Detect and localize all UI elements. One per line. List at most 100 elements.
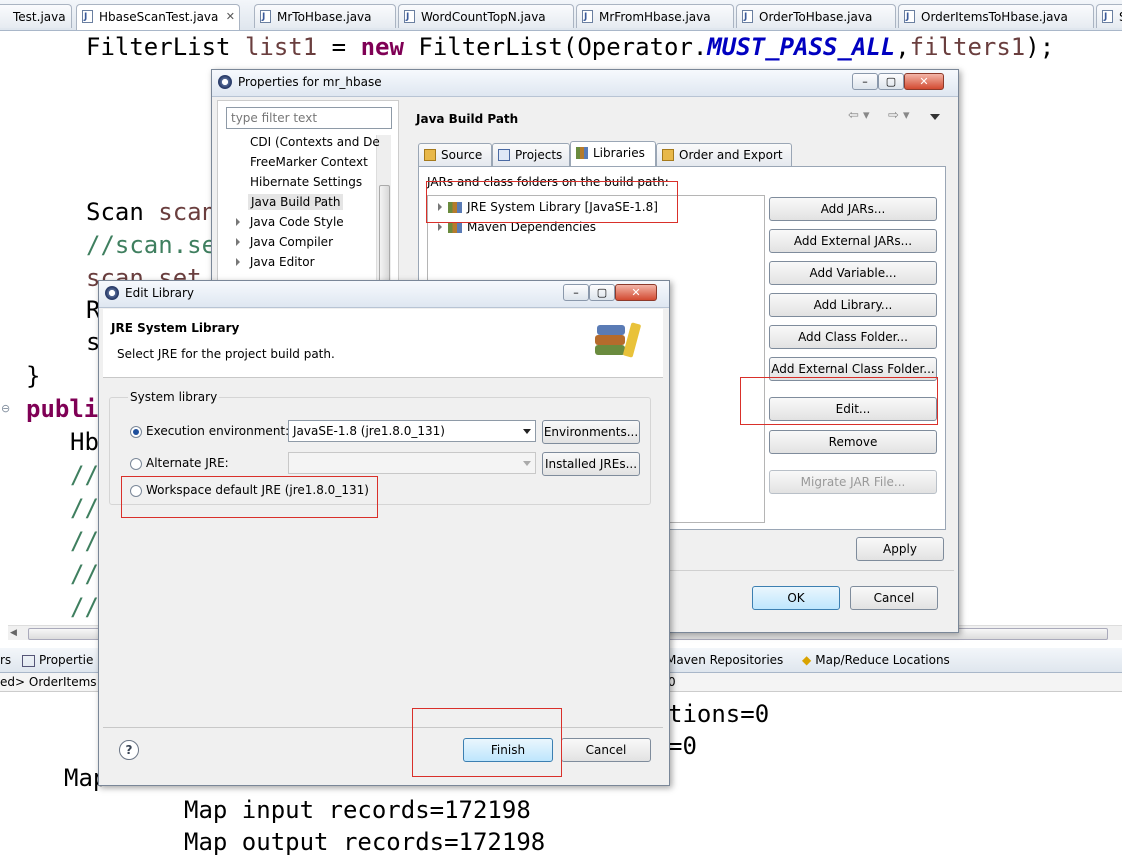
console-title: ed> OrderItems bbox=[0, 675, 97, 689]
java-file-icon bbox=[742, 5, 753, 28]
edit-library-titlebar[interactable]: Edit Library – ▢ ✕ bbox=[99, 281, 669, 308]
tree-item[interactable]: FreeMarker Context bbox=[250, 155, 368, 169]
maximize-button[interactable]: ▢ bbox=[878, 73, 904, 90]
dialog-title: Properties for mr_hbase bbox=[238, 75, 382, 89]
editor-tab[interactable]: Test.java bbox=[0, 4, 72, 28]
tree-item[interactable]: Java Compiler bbox=[236, 235, 333, 249]
page-header: Java Build Path ⇦ ▾ ⇨ ▾ bbox=[402, 100, 954, 130]
expand-icon[interactable] bbox=[236, 258, 240, 266]
execution-environment-radio[interactable] bbox=[130, 426, 142, 438]
close-button[interactable]: ✕ bbox=[904, 73, 944, 90]
wizard-header: JRE System Library Select JRE for the pr… bbox=[103, 309, 663, 378]
scroll-left-icon[interactable]: ◀ bbox=[10, 628, 17, 638]
code-line: Hb bbox=[70, 428, 99, 456]
tree-item[interactable]: Hibernate Settings bbox=[250, 175, 362, 189]
editor-tab[interactable]: MrFromHbase.java bbox=[576, 4, 734, 28]
expand-icon[interactable] bbox=[438, 223, 442, 231]
chevron-down-icon bbox=[523, 461, 531, 466]
editor-tab-active[interactable]: HbaseScanTest.java ✕ bbox=[76, 4, 240, 30]
java-file-icon bbox=[1102, 5, 1113, 28]
editor-tab-label: OrderToHbase.java bbox=[759, 10, 873, 24]
tree-item[interactable]: Java Code Style bbox=[236, 215, 344, 229]
tab-source[interactable]: Source bbox=[418, 143, 492, 167]
editor-tab-label: MrToHbase.java bbox=[277, 10, 372, 24]
maximize-button[interactable]: ▢ bbox=[589, 284, 615, 301]
code-line: Scan scan bbox=[86, 198, 217, 226]
cancel-button[interactable]: Cancel bbox=[850, 586, 938, 610]
close-icon[interactable]: ✕ bbox=[226, 5, 235, 29]
tree-item[interactable]: Java Editor bbox=[236, 255, 315, 269]
code-line: } bbox=[26, 362, 41, 390]
environments-button[interactable]: Environments... bbox=[542, 420, 640, 444]
add-variable-button[interactable]: Add Variable... bbox=[769, 261, 937, 285]
apply-button[interactable]: Apply bbox=[856, 537, 944, 561]
eclipse-icon bbox=[218, 75, 232, 89]
add-library-button[interactable]: Add Library... bbox=[769, 293, 937, 317]
editor-tab[interactable]: MrToHbase.java bbox=[254, 4, 396, 28]
filter-input[interactable]: type filter text bbox=[226, 107, 392, 129]
ok-button[interactable]: OK bbox=[752, 586, 840, 610]
code-line: // bbox=[70, 560, 99, 588]
editor-tab-label: HbaseScanTest.java bbox=[99, 10, 219, 24]
expand-icon[interactable] bbox=[236, 218, 240, 226]
help-icon[interactable]: ? bbox=[119, 740, 139, 760]
console-line: tions=0 bbox=[668, 700, 770, 728]
tab-projects[interactable]: Projects bbox=[492, 143, 570, 167]
wizard-title: JRE System Library bbox=[111, 321, 240, 335]
view-tab-mapreduce[interactable]: ◆ Map/Reduce Locations bbox=[802, 653, 950, 667]
console-line: Map output records=172198 bbox=[184, 828, 546, 856]
eclipse-icon bbox=[105, 286, 119, 300]
editor-tab[interactable]: S bbox=[1096, 4, 1122, 28]
properties-titlebar[interactable]: Properties for mr_hbase – ▢ ✕ bbox=[212, 70, 958, 97]
back-icon[interactable]: ⇦ ▾ bbox=[848, 108, 870, 123]
forward-icon[interactable]: ⇨ ▾ bbox=[888, 108, 910, 123]
java-file-icon bbox=[82, 5, 93, 29]
fold-icon[interactable]: ⊖ bbox=[1, 402, 10, 415]
console-line: Map input records=172198 bbox=[184, 796, 531, 824]
editor-tab[interactable]: WordCountTopN.java bbox=[398, 4, 574, 28]
view-tab-maven[interactable]: Maven Repositories bbox=[666, 653, 783, 667]
minimize-button[interactable]: – bbox=[852, 73, 878, 90]
java-file-icon bbox=[404, 5, 415, 28]
library-icon bbox=[576, 147, 588, 159]
exec-env-select[interactable]: JavaSE-1.8 (jre1.8.0_131) bbox=[288, 420, 536, 442]
library-icon bbox=[448, 222, 462, 233]
expand-icon[interactable] bbox=[236, 238, 240, 246]
cancel-button[interactable]: Cancel bbox=[561, 738, 651, 762]
code-line: // bbox=[70, 593, 99, 621]
tab-libraries[interactable]: Libraries bbox=[570, 141, 656, 167]
close-button[interactable]: ✕ bbox=[615, 284, 657, 301]
wizard-description: Select JRE for the project build path. bbox=[117, 347, 335, 361]
editor-tab-label: WordCountTopN.java bbox=[421, 10, 546, 24]
tree-item[interactable]: CDI (Contexts and De bbox=[250, 135, 380, 149]
divider bbox=[103, 727, 663, 728]
add-external-jars-button[interactable]: Add External JARs... bbox=[769, 229, 937, 253]
build-path-tabs: Source Projects Libraries Order and Expo… bbox=[418, 141, 792, 167]
exec-env-label: Execution environment: bbox=[146, 424, 290, 438]
code-line: //scan.se bbox=[86, 231, 217, 259]
view-tab-properties[interactable]: Propertie bbox=[22, 653, 93, 667]
editor-tab-label: OrderItemsToHbase.java bbox=[921, 10, 1068, 24]
installed-jres-button[interactable]: Installed JREs... bbox=[542, 452, 640, 476]
add-jars-button[interactable]: Add JARs... bbox=[769, 197, 937, 221]
chevron-down-icon bbox=[523, 429, 531, 434]
editor-tab[interactable]: OrderItemsToHbase.java bbox=[898, 4, 1094, 28]
java-file-icon bbox=[260, 5, 271, 28]
alt-jre-select[interactable] bbox=[288, 452, 536, 474]
group-label: System library bbox=[128, 390, 220, 404]
add-class-folder-button[interactable]: Add Class Folder... bbox=[769, 325, 937, 349]
java-file-icon bbox=[582, 5, 593, 28]
elephant-icon: ◆ bbox=[802, 653, 812, 667]
editor-tab[interactable]: OrderToHbase.java bbox=[736, 4, 896, 28]
project-icon bbox=[498, 149, 510, 161]
view-menu-icon[interactable] bbox=[930, 114, 940, 120]
alternate-jre-radio[interactable] bbox=[130, 458, 142, 470]
view-tab[interactable]: rs bbox=[0, 653, 11, 667]
tab-order-export[interactable]: Order and Export bbox=[656, 143, 792, 167]
tree-item-selected[interactable]: Java Build Path bbox=[248, 194, 344, 210]
migrate-jar-button[interactable]: Migrate JAR File... bbox=[769, 470, 937, 494]
minimize-button[interactable]: – bbox=[563, 284, 589, 301]
library-books-icon bbox=[593, 319, 649, 365]
remove-button[interactable]: Remove bbox=[769, 430, 937, 454]
annotation-box bbox=[121, 476, 378, 518]
